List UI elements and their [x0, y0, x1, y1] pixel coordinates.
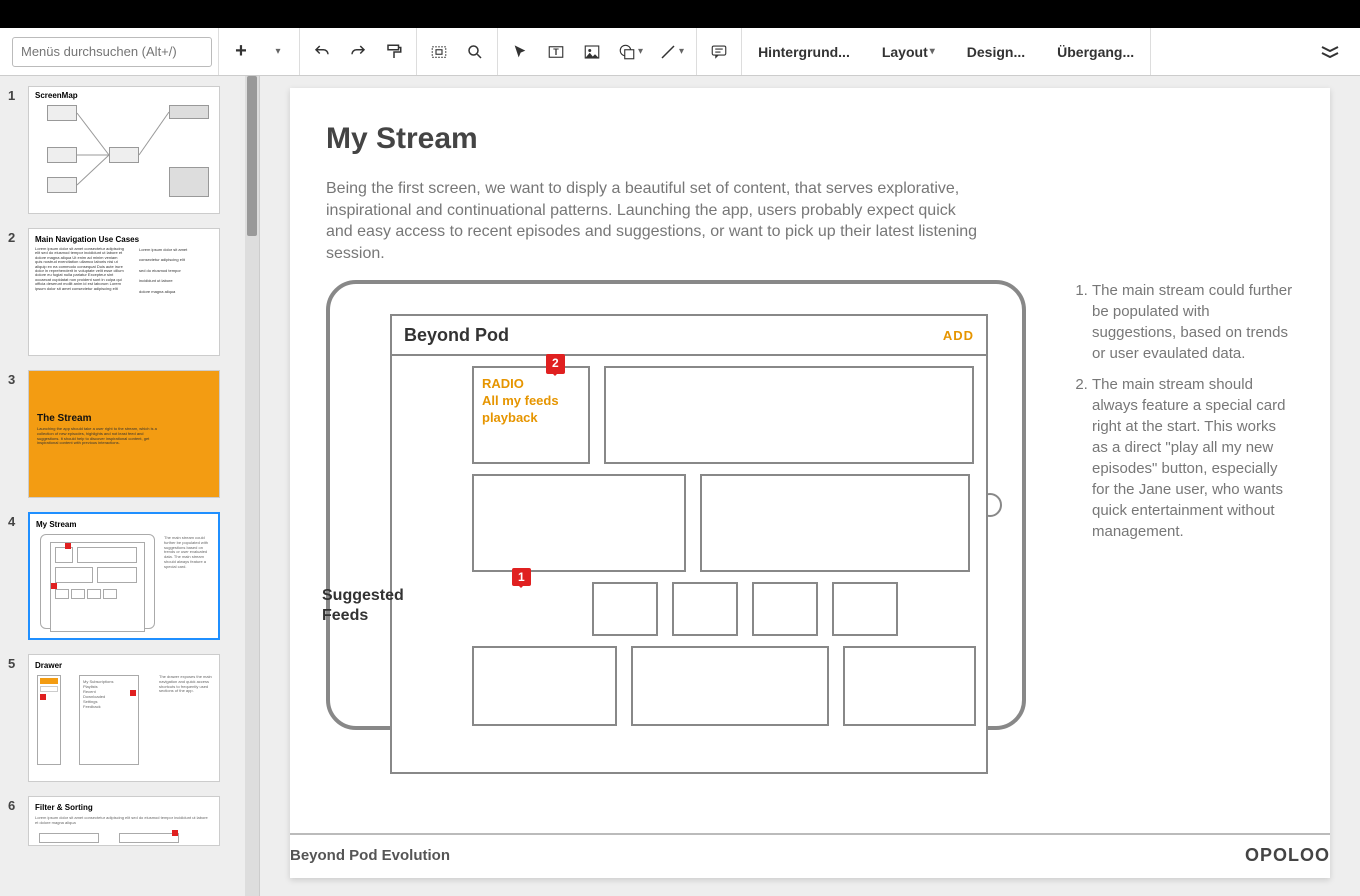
slide-panel[interactable]: 1 ScreenMap 2 Main Navigation Use Cases …	[0, 76, 260, 896]
toolbar-more-button[interactable]	[1314, 36, 1346, 68]
radio-card-line1: RADIO	[482, 376, 524, 391]
chevrons-down-icon	[1320, 46, 1340, 58]
magnifier-icon	[466, 43, 484, 61]
thumb-title: My Stream	[36, 520, 76, 529]
app-frame: Beyond Pod ADD Suggested Feeds 2 RADIO A…	[390, 314, 988, 774]
slide-editor[interactable]: My Stream Being the first screen, we wan…	[260, 76, 1360, 896]
app-header: Beyond Pod ADD	[392, 316, 986, 356]
slide-annotations[interactable]: The main stream could further be populat…	[1066, 280, 1294, 552]
layout-button[interactable]: Layout▾	[872, 36, 945, 68]
callout-1: 1	[512, 568, 531, 586]
toolbar: + ▾ T ▾	[0, 28, 1360, 76]
content-card	[843, 646, 976, 726]
slide-body-text[interactable]: Being the first screen, we want to displ…	[326, 178, 986, 264]
image-icon	[583, 43, 601, 61]
content-card	[604, 366, 974, 464]
undo-icon	[313, 43, 331, 61]
app-title: Beyond Pod	[404, 325, 509, 346]
shape-icon	[618, 43, 636, 61]
undo-button[interactable]	[306, 36, 338, 68]
slide-thumbnail-4[interactable]: 4 My Stream The main stream could furthe	[8, 512, 251, 640]
redo-button[interactable]	[342, 36, 374, 68]
callout-2: 2	[546, 354, 565, 374]
zoom-button[interactable]	[459, 36, 491, 68]
slide-number: 2	[8, 228, 28, 245]
shape-tool-button[interactable]: ▾	[612, 36, 649, 68]
thumb-title: Drawer	[35, 661, 62, 670]
suggested-feeds-label: Suggested Feeds	[322, 586, 432, 624]
transition-button[interactable]: Übergang...	[1047, 36, 1144, 68]
new-slide-dropdown[interactable]: ▾	[261, 36, 293, 68]
slide-title[interactable]: My Stream	[326, 122, 1294, 156]
menu-search-input[interactable]	[12, 37, 212, 67]
slide-thumbnail-1[interactable]: 1 ScreenMap	[8, 86, 251, 214]
footer-left-text: Beyond Pod Evolution	[290, 847, 450, 864]
tablet-mockup: Beyond Pod ADD Suggested Feeds 2 RADIO A…	[326, 280, 1026, 730]
slide-canvas[interactable]: My Stream Being the first screen, we wan…	[290, 88, 1330, 878]
redo-icon	[349, 43, 367, 61]
layout-label: Layout	[882, 44, 928, 60]
radio-card: 2 RADIO All my feeds playback	[472, 366, 590, 464]
slide-thumbnail-6[interactable]: 6 Filter & Sorting Lorem ipsum dolor sit…	[8, 796, 251, 846]
paint-roller-icon	[385, 43, 403, 61]
annotation-item-2: The main stream should always feature a …	[1092, 374, 1294, 542]
background-button[interactable]: Hintergrund...	[748, 36, 860, 68]
slide-thumbnail-3[interactable]: 3 The Stream Launching the app should ta…	[8, 370, 251, 498]
line-icon	[659, 43, 677, 61]
suggested-card	[752, 582, 818, 636]
slide-number: 1	[8, 86, 28, 103]
browser-tabstrip	[0, 0, 1360, 28]
design-button[interactable]: Design...	[957, 36, 1035, 68]
select-tool-button[interactable]	[504, 36, 536, 68]
slide-number: 4	[8, 512, 28, 529]
scrollbar[interactable]	[245, 76, 259, 896]
slide-footer: Beyond Pod Evolution OPOLOO	[290, 833, 1330, 866]
new-slide-button[interactable]: +	[225, 36, 257, 68]
cursor-icon	[512, 44, 528, 60]
content-card	[472, 646, 617, 726]
workspace: 1 ScreenMap 2 Main Navigation Use Cases …	[0, 76, 1360, 896]
suggested-card	[672, 582, 738, 636]
comment-icon	[710, 43, 728, 61]
content-card	[472, 474, 686, 572]
suggested-card	[832, 582, 898, 636]
textbox-icon: T	[547, 43, 565, 61]
thumb-title: Filter & Sorting	[35, 803, 93, 812]
line-tool-button[interactable]: ▾	[653, 36, 690, 68]
chevron-down-icon: ▾	[930, 46, 935, 57]
svg-text:T: T	[553, 47, 559, 57]
thumb-title: Main Navigation Use Cases	[35, 235, 139, 244]
annotation-item-1: The main stream could further be populat…	[1092, 280, 1294, 364]
app-add-button: ADD	[943, 328, 974, 343]
fit-icon	[430, 43, 448, 61]
zoom-fit-button[interactable]	[423, 36, 455, 68]
radio-card-line2: All my feeds playback	[482, 393, 559, 425]
thumb-title: The Stream	[37, 413, 91, 424]
slide-thumbnail-2[interactable]: 2 Main Navigation Use Cases Lorem ipsum …	[8, 228, 251, 356]
slide-number: 3	[8, 370, 28, 387]
slide-number: 5	[8, 654, 28, 671]
scrollbar-thumb[interactable]	[247, 76, 257, 236]
image-tool-button[interactable]	[576, 36, 608, 68]
content-card	[700, 474, 970, 572]
slide-thumbnail-5[interactable]: 5 Drawer My SubscriptionsPlaylistsRecent…	[8, 654, 251, 782]
textbox-tool-button[interactable]: T	[540, 36, 572, 68]
content-card	[631, 646, 829, 726]
suggested-card	[592, 582, 658, 636]
slide-number: 6	[8, 796, 28, 813]
comment-button[interactable]	[703, 36, 735, 68]
paint-format-button[interactable]	[378, 36, 410, 68]
footer-right-brand: OPOLOO	[1245, 845, 1330, 866]
